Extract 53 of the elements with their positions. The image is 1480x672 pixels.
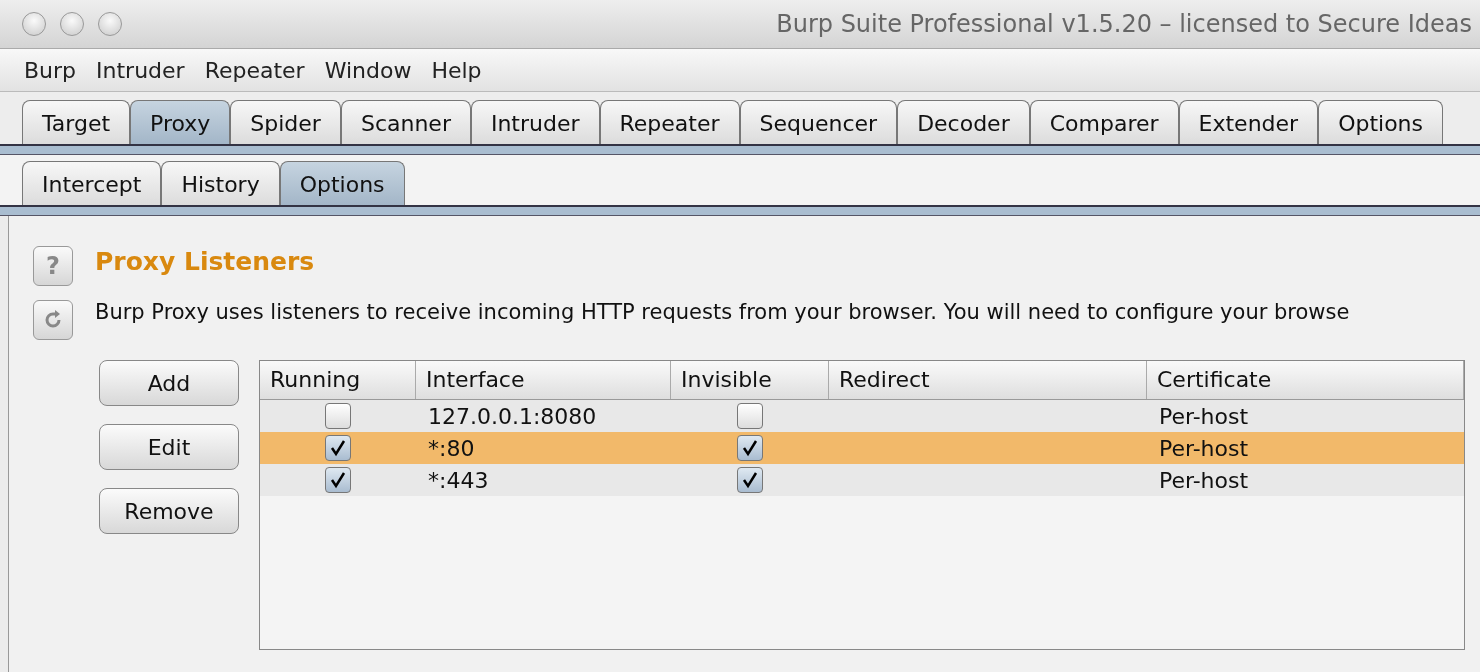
table-cell-text: Per-host (1158, 467, 1250, 493)
table-cell-text: 127.0.0.1:8080 (427, 403, 598, 429)
tab[interactable]: History (161, 161, 280, 205)
tab[interactable]: Options (1318, 100, 1443, 144)
column-header[interactable]: Invisible (671, 361, 829, 399)
checkbox[interactable] (325, 403, 351, 429)
window-title: Burp Suite Professional v1.5.20 – licensed to Secure Ideas (776, 10, 1473, 38)
action-button[interactable]: Remove (99, 488, 239, 534)
menu-item[interactable]: Help (423, 57, 490, 83)
window-button[interactable] (22, 12, 46, 36)
tab[interactable]: Sequencer (739, 100, 898, 144)
column-header[interactable]: Running (260, 361, 416, 399)
table-cell-text: *:80 (427, 435, 476, 461)
tab[interactable]: Intercept (22, 161, 162, 205)
tab[interactable]: Scanner (340, 100, 471, 144)
tab[interactable]: Decoder (897, 100, 1030, 144)
tab[interactable]: Extender (1178, 100, 1319, 144)
checkbox[interactable] (737, 435, 763, 461)
column-header[interactable]: Redirect (829, 361, 1147, 399)
table-row[interactable]: *:443 Per-host (260, 464, 1464, 496)
table-cell-text: Per-host (1158, 403, 1250, 429)
column-header[interactable]: Certificate (1147, 361, 1464, 399)
window-button[interactable] (60, 12, 84, 36)
checkbox[interactable] (325, 435, 351, 461)
menu-item[interactable]: Repeater (196, 57, 313, 83)
window-button[interactable] (98, 12, 122, 36)
menu-item[interactable]: Intruder (88, 57, 193, 83)
table-row[interactable]: 127.0.0.1:8080 Per-host (260, 400, 1464, 432)
tab[interactable]: Target (22, 100, 131, 144)
check-icon (329, 471, 347, 489)
checkbox[interactable] (737, 467, 763, 493)
tab[interactable]: Comparer (1029, 100, 1179, 144)
tab[interactable]: Options (279, 161, 405, 205)
menu-item[interactable]: Window (316, 57, 420, 83)
section-description: Burp Proxy uses listeners to receive incoming HTTP requests from your browser. You will need to configure your browse (95, 300, 1351, 324)
table-cell-text: Per-host (1158, 435, 1250, 461)
action-button[interactable]: Edit (99, 424, 239, 470)
action-button[interactable]: Add (99, 360, 239, 406)
table-cell-text: *:443 (427, 467, 490, 493)
tab[interactable]: Repeater (599, 100, 740, 144)
column-header[interactable]: Interface (416, 361, 671, 399)
tab[interactable]: Proxy (130, 100, 231, 144)
checkbox[interactable] (737, 403, 763, 429)
check-icon (329, 439, 347, 457)
check-icon (741, 439, 759, 457)
section-title: Proxy Listeners (95, 247, 316, 276)
menu-item[interactable]: Burp (16, 57, 85, 83)
refresh-button[interactable] (33, 300, 73, 340)
table-row[interactable]: *:80 Per-host (260, 432, 1464, 464)
check-icon (741, 471, 759, 489)
tab[interactable]: Intruder (470, 100, 600, 144)
checkbox[interactable] (325, 467, 351, 493)
tab[interactable]: Spider (230, 100, 341, 144)
